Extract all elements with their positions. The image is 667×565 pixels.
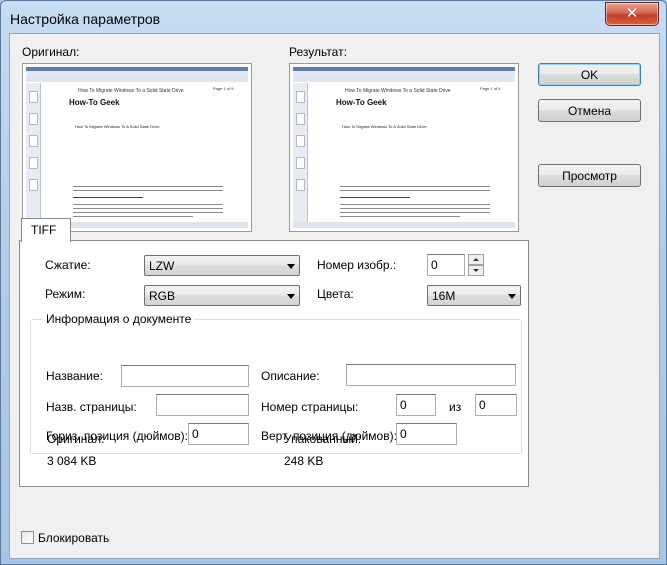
preview-thumb xyxy=(29,135,38,147)
preview-text-line xyxy=(340,216,460,217)
preview-thumb xyxy=(29,113,38,125)
lock-label[interactable]: Блокировать xyxy=(38,531,109,545)
image-number-value: 0 xyxy=(431,258,438,272)
compression-select[interactable]: LZW xyxy=(144,255,300,276)
dialog-client-area: Оригинал: Результат: How To Migrate Wind… xyxy=(9,33,660,559)
original-preview-label: Оригинал: xyxy=(22,45,80,59)
vpos-value: 0 xyxy=(400,427,407,441)
page-total-value: 0 xyxy=(479,398,486,412)
hpos-label: Гориз. позиция (дюймов): xyxy=(46,429,188,443)
result-preview-label: Результат: xyxy=(289,45,347,59)
preview-text-line xyxy=(340,212,490,213)
preview-page-indicator: Page 1 of 5 xyxy=(213,86,234,91)
window-title: Настройка параметров xyxy=(10,11,161,27)
preview-text-line xyxy=(340,204,490,205)
preview-text-line xyxy=(73,216,193,217)
preview-text-line xyxy=(73,208,223,209)
of-label: из xyxy=(449,400,462,414)
colors-label: Цвета: xyxy=(317,287,354,301)
close-button[interactable]: ✕ xyxy=(605,2,659,26)
chevron-down-icon xyxy=(287,264,295,269)
preview-doc-subheading: How To Migrate Windows To A Solid State … xyxy=(342,124,427,129)
tab-tiff[interactable]: TIFF xyxy=(21,218,71,242)
preview-text-line xyxy=(340,186,490,187)
cancel-button[interactable]: Отмена xyxy=(538,99,641,122)
image-number-stepper[interactable] xyxy=(468,254,484,276)
preview-text-line xyxy=(73,197,143,198)
hpos-input[interactable]: 0 xyxy=(188,423,249,445)
mode-label: Режим: xyxy=(45,287,86,301)
close-icon: ✕ xyxy=(625,5,639,22)
description-input[interactable] xyxy=(346,364,516,386)
preview-thumb xyxy=(29,179,38,191)
compression-value: LZW xyxy=(149,259,175,273)
description-label: Описание: xyxy=(261,369,320,383)
original-size-value: 3 084 KB xyxy=(47,454,97,468)
preview-doc-heading: How-To Geek xyxy=(336,98,387,107)
preview-thumb xyxy=(296,113,305,125)
preview-button[interactable]: Просмотр xyxy=(538,164,641,187)
preview-thumb xyxy=(296,135,305,147)
preview-doc-header: How To Migrate Windows To a Solid State … xyxy=(78,88,184,94)
dialog-window: Настройка параметров ✕ Оригинал: Результ… xyxy=(0,0,667,565)
preview-thumb xyxy=(29,91,38,103)
preview-text-line xyxy=(340,197,410,198)
page-name-label: Назв. страницы: xyxy=(46,400,137,414)
stepper-down-icon[interactable] xyxy=(468,265,484,276)
lock-checkbox[interactable] xyxy=(21,531,34,544)
mode-value: RGB xyxy=(149,289,176,303)
preview-toolbar xyxy=(26,76,248,82)
name-label: Название: xyxy=(46,369,103,383)
preview-text-line xyxy=(73,186,223,187)
vpos-input[interactable]: 0 xyxy=(396,423,457,445)
tab-tiff-label: TIFF xyxy=(31,223,57,237)
page-number-input[interactable]: 0 xyxy=(396,394,436,416)
preview-thumb xyxy=(296,179,305,191)
mode-select[interactable]: RGB xyxy=(144,285,300,306)
image-number-label: Номер изобр.: xyxy=(317,258,397,272)
preview-thumbnails xyxy=(293,83,308,222)
preview-toolbar xyxy=(293,76,515,82)
page-number-value: 0 xyxy=(400,398,407,412)
preview-statusbar xyxy=(293,222,515,228)
preview-text-line xyxy=(73,190,223,191)
preview-text-line xyxy=(340,208,490,209)
compression-label: Сжатие: xyxy=(45,258,91,272)
chevron-down-icon xyxy=(287,294,295,299)
vpos-label: Верт. позиция (дюймов): xyxy=(261,429,397,443)
page-number-label: Номер страницы: xyxy=(261,400,359,414)
preview-doc-heading: How-To Geek xyxy=(69,98,120,107)
preview-doc-subheading: How To Migrate Windows To A Solid State … xyxy=(75,124,160,129)
colors-value: 16M xyxy=(432,289,456,303)
page-name-input[interactable] xyxy=(156,394,249,416)
image-number-input[interactable]: 0 xyxy=(427,254,465,276)
chevron-down-icon xyxy=(508,294,516,299)
preview-text-line xyxy=(340,190,490,191)
preview-thumbnails xyxy=(26,83,41,222)
original-preview: How To Migrate Windows To a Solid State … xyxy=(22,63,252,232)
packed-size-value: 248 KB xyxy=(284,454,324,468)
preview-text-line xyxy=(73,212,223,213)
preview-page-indicator: Page 1 of 5 xyxy=(480,86,501,91)
hpos-value: 0 xyxy=(192,427,199,441)
page-total-input[interactable]: 0 xyxy=(475,394,517,416)
preview-doc-header: How To Migrate Windows To a Solid State … xyxy=(345,88,451,94)
ok-button[interactable]: OK xyxy=(538,63,641,86)
result-preview: How To Migrate Windows To a Solid State … xyxy=(289,63,519,232)
preview-text-line xyxy=(73,204,223,205)
doc-info-title: Информация о документе xyxy=(43,312,195,326)
name-input[interactable] xyxy=(121,365,249,387)
preview-thumb xyxy=(29,157,38,169)
colors-select[interactable]: 16M xyxy=(427,285,521,306)
stepper-up-icon[interactable] xyxy=(468,254,484,265)
preview-thumb xyxy=(296,91,305,103)
preview-thumb xyxy=(296,157,305,169)
